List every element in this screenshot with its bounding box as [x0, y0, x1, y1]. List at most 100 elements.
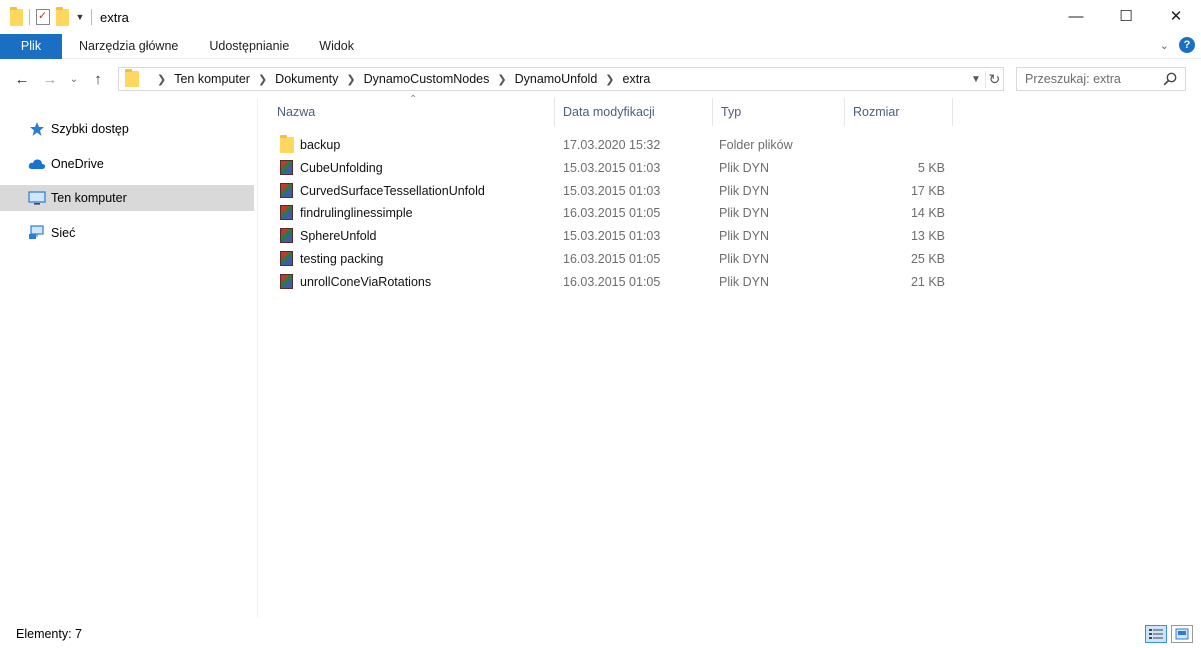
- close-button[interactable]: ✕: [1151, 0, 1201, 32]
- sidebar-item-onedrive[interactable]: OneDrive: [0, 151, 254, 177]
- table-row[interactable]: backup 17.03.2020 15:32 Folder plików: [271, 133, 951, 156]
- large-icons-view-icon[interactable]: [1171, 625, 1193, 643]
- help-icon[interactable]: ?: [1179, 37, 1195, 53]
- folder-icon: [280, 134, 294, 153]
- up-arrow-icon[interactable]: ↑: [84, 67, 112, 91]
- expand-ribbon-icon[interactable]: ⌄: [1160, 39, 1169, 52]
- chevron-right-icon[interactable]: ❯: [157, 73, 166, 86]
- title-bar: ▼ extra — ☐ ✕: [0, 0, 1201, 34]
- search-input[interactable]: [1025, 72, 1155, 86]
- separator: [29, 9, 30, 25]
- separator: [91, 9, 92, 25]
- dyn-file-icon: [280, 228, 293, 243]
- ribbon-tabs: Plik Narzędzia główne Udostępnianie Wido…: [0, 33, 1201, 59]
- file-size: [845, 133, 945, 156]
- file-date: 17.03.2020 15:32: [563, 137, 661, 152]
- search-icon[interactable]: [1163, 72, 1177, 86]
- sidebar-item-label: OneDrive: [51, 157, 104, 171]
- minimize-button[interactable]: —: [1051, 0, 1101, 32]
- quick-access-toolbar: ▼: [0, 0, 92, 34]
- file-name: SphereUnfold: [300, 228, 377, 243]
- breadcrumb-item[interactable]: Ten komputer: [174, 72, 250, 86]
- search-box[interactable]: [1016, 67, 1186, 91]
- back-arrow-icon[interactable]: ←: [8, 67, 36, 91]
- file-date: 15.03.2015 01:03: [563, 228, 661, 243]
- file-size: 17 KB: [910, 183, 945, 198]
- sidebar-item-label: Sieć: [51, 226, 76, 240]
- tab-view[interactable]: Widok: [304, 34, 369, 59]
- sidebar-item-quick-access[interactable]: Szybki dostęp: [0, 116, 254, 142]
- sidebar-item-label: Szybki dostęp: [51, 122, 129, 136]
- details-view-icon[interactable]: [1145, 625, 1167, 643]
- breadcrumb-item[interactable]: extra: [623, 72, 651, 86]
- table-row[interactable]: CubeUnfolding 15.03.2015 01:03 Plik DYN …: [271, 156, 951, 179]
- sidebar-item-network[interactable]: Sieć: [0, 220, 254, 246]
- file-name: testing packing: [300, 251, 384, 266]
- file-list: ⌃ Nazwa Data modyfikacji Typ Rozmiar bac…: [259, 94, 1201, 618]
- dyn-file-icon: [280, 205, 293, 220]
- breadcrumb-item[interactable]: DynamoCustomNodes: [364, 72, 490, 86]
- navigation-bar: ← → ⌄ ↑ ❯ Ten komputer ❯ Dokumenty ❯ Dyn…: [0, 60, 1201, 98]
- file-name: CubeUnfolding: [300, 160, 383, 175]
- refresh-icon[interactable]: ↻: [985, 70, 1003, 88]
- file-type: Folder plików: [719, 137, 793, 152]
- column-header-type[interactable]: Typ: [713, 98, 845, 126]
- file-name-cell: CubeUnfolding: [278, 156, 383, 179]
- file-name-cell: unrollConeViaRotations: [278, 270, 431, 293]
- dyn-file-icon: [280, 251, 293, 266]
- window-title: extra: [100, 9, 129, 25]
- sidebar-item-label: Ten komputer: [51, 191, 127, 205]
- table-row[interactable]: testing packing 16.03.2015 01:05 Plik DY…: [271, 247, 951, 270]
- tab-share[interactable]: Udostępnianie: [194, 34, 304, 59]
- properties-icon[interactable]: [36, 9, 50, 25]
- file-name: findrulinglinessimple: [300, 205, 413, 220]
- sidebar-item-this-pc[interactable]: Ten komputer: [0, 185, 254, 211]
- column-header-name[interactable]: Nazwa: [269, 98, 555, 126]
- file-type: Plik DYN: [719, 183, 770, 198]
- file-type: Plik DYN: [719, 251, 770, 266]
- breadcrumb-item[interactable]: DynamoUnfold: [515, 72, 598, 86]
- file-size: 21 KB: [910, 274, 945, 289]
- cloud-icon: [28, 156, 46, 172]
- file-name-cell: findrulinglinessimple: [278, 201, 413, 224]
- file-date: 16.03.2015 01:05: [563, 274, 661, 289]
- tab-home[interactable]: Narzędzia główne: [63, 34, 194, 59]
- file-date: 16.03.2015 01:05: [563, 251, 661, 266]
- star-icon: [28, 121, 46, 137]
- address-actions: ▼ ↻: [967, 68, 1003, 90]
- chevron-right-icon[interactable]: ❯: [346, 73, 355, 86]
- file-size: 25 KB: [910, 251, 945, 266]
- file-type: Plik DYN: [719, 205, 770, 220]
- network-icon: [28, 225, 46, 241]
- recent-locations-chevron-icon[interactable]: ⌄: [64, 67, 84, 91]
- file-type: Plik DYN: [719, 160, 770, 175]
- file-name-cell: CurvedSurfaceTessellationUnfold: [278, 179, 485, 202]
- chevron-down-icon[interactable]: ▼: [967, 74, 985, 85]
- ribbon-right-controls: ⌄ ?: [1160, 37, 1195, 53]
- breadcrumb: ❯ Ten komputer ❯ Dokumenty ❯ DynamoCusto…: [149, 72, 650, 86]
- dyn-file-icon: [280, 274, 293, 289]
- table-row[interactable]: unrollConeViaRotations 16.03.2015 01:05 …: [271, 270, 951, 293]
- tab-file[interactable]: Plik: [0, 33, 62, 59]
- chevron-right-icon[interactable]: ❯: [497, 73, 506, 86]
- address-bar[interactable]: ❯ Ten komputer ❯ Dokumenty ❯ DynamoCusto…: [118, 67, 1004, 91]
- computer-icon: [28, 190, 46, 206]
- forward-arrow-icon[interactable]: →: [36, 67, 64, 91]
- maximize-button[interactable]: ☐: [1101, 0, 1151, 32]
- view-switcher: [1145, 625, 1193, 643]
- quick-access-dropdown-icon[interactable]: ▼: [75, 12, 85, 22]
- table-row[interactable]: CurvedSurfaceTessellationUnfold 15.03.20…: [271, 179, 951, 202]
- table-row[interactable]: findrulinglinessimple 16.03.2015 01:05 P…: [271, 201, 951, 224]
- file-name-cell: backup: [278, 133, 340, 156]
- folder-icon: [125, 69, 139, 87]
- column-header-size[interactable]: Rozmiar: [845, 98, 953, 126]
- new-folder-icon[interactable]: [56, 6, 69, 26]
- chevron-right-icon[interactable]: ❯: [258, 73, 267, 86]
- table-row[interactable]: SphereUnfold 15.03.2015 01:03 Plik DYN 1…: [271, 224, 951, 247]
- column-header-date[interactable]: Data modyfikacji: [555, 98, 713, 126]
- breadcrumb-item[interactable]: Dokumenty: [275, 72, 338, 86]
- file-name: backup: [300, 137, 341, 152]
- file-name-cell: testing packing: [278, 247, 383, 270]
- chevron-right-icon[interactable]: ❯: [605, 73, 614, 86]
- file-type: Plik DYN: [719, 228, 770, 243]
